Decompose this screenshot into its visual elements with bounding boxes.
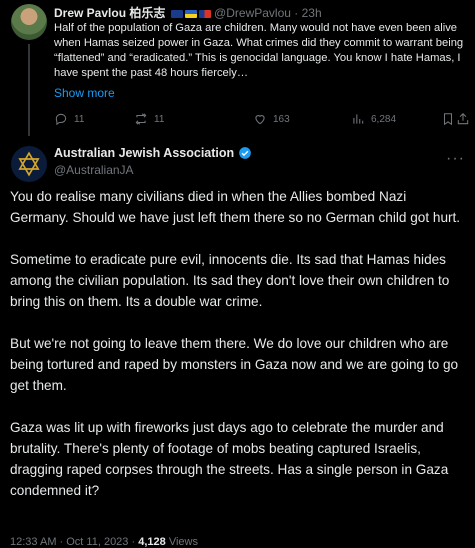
verified-badge-icon (239, 147, 251, 159)
australia-flag-icon (170, 9, 183, 18)
views-label: Views (168, 536, 198, 548)
views-button[interactable]: 6,284 (351, 112, 396, 126)
author-handle[interactable]: @AustralianJA (54, 163, 252, 177)
author-name[interactable]: Drew Pavlou 柏乐志 (54, 6, 165, 20)
star-of-david-icon (18, 151, 40, 177)
tweet-time[interactable]: 23h (302, 6, 322, 20)
tweet-actions: 11 11 163 6,284 (54, 112, 469, 128)
author-handle[interactable]: @DrewPavlou (214, 6, 291, 20)
views-count: 6,284 (371, 113, 397, 125)
author-name[interactable]: Australian Jewish Association (54, 146, 234, 160)
separator-dot: · (294, 6, 299, 20)
show-more-link[interactable]: Show more (54, 86, 115, 100)
bookmark-icon (443, 113, 453, 126)
reply-button[interactable]: 11 (54, 112, 84, 126)
views-count: 4,128 (138, 536, 166, 548)
share-button[interactable] (456, 112, 470, 126)
tweet-paragraph: You do realise many civilians died in wh… (10, 189, 461, 225)
main-tweet-header: Australian Jewish Association @Australia… (54, 146, 252, 177)
ukraine-flag-icon (184, 9, 197, 18)
bookmark-button[interactable] (441, 112, 455, 126)
repost-icon (135, 113, 147, 125)
parent-tweet-header: Drew Pavlou 柏乐志 @DrewPavlou · 23h (54, 4, 322, 21)
avatar[interactable] (11, 146, 47, 182)
like-button[interactable]: 163 (253, 112, 290, 126)
more-options-button[interactable]: ··· (446, 150, 465, 168)
separator-dot: · (131, 536, 136, 548)
thread-connector-line (28, 44, 30, 136)
like-count: 163 (273, 113, 290, 125)
tweet-timestamp[interactable]: 12:33 AM · Oct 11, 2023 (10, 536, 128, 548)
parent-tweet-text: Half of the population of Gaza are child… (54, 22, 464, 79)
main-tweet-text: You do realise many civilians died in wh… (10, 186, 465, 522)
avatar[interactable] (11, 4, 47, 40)
heart-icon (255, 115, 265, 125)
repost-count: 11 (154, 113, 165, 125)
tweet-paragraph: Sometime to eradicate pure evil, innocen… (10, 252, 450, 309)
tweet-paragraph: But we're not going to leave them there.… (10, 336, 459, 393)
reply-count: 11 (74, 113, 85, 125)
tweet-meta: 12:33 AM · Oct 11, 2023 · 4,128 Views (10, 536, 198, 548)
share-icon (457, 113, 469, 125)
analytics-icon (353, 114, 364, 124)
tweet-paragraph: Gaza was lit up with fireworks just days… (10, 420, 449, 498)
taiwan-flag-icon (198, 9, 211, 18)
reply-icon (55, 113, 67, 126)
repost-button[interactable]: 11 (134, 112, 164, 126)
